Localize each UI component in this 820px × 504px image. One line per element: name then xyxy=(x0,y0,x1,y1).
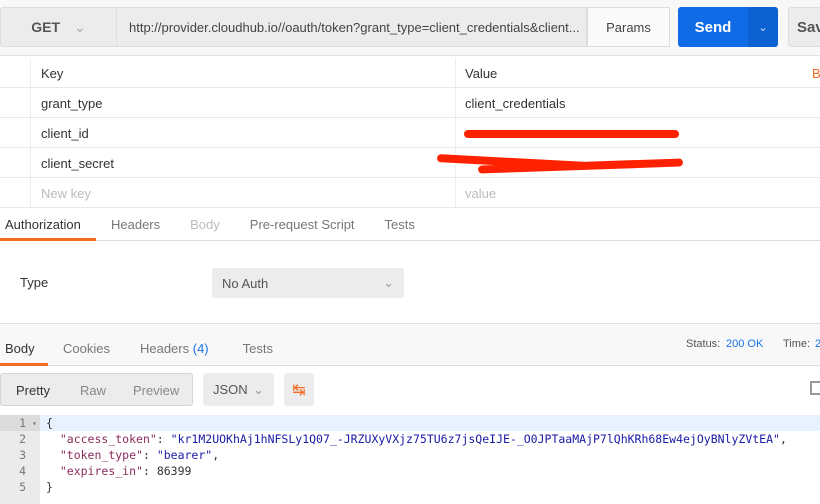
line-number: 3 xyxy=(19,448,26,462)
save-button[interactable]: Sav xyxy=(788,7,820,47)
code-line: "expires_in": 86399 xyxy=(59,464,192,478)
code-line: "access_token": "kr1M2UOKhAj1hNFSLy1Q07_… xyxy=(59,432,787,446)
code-line: } xyxy=(40,479,820,495)
json-key: "expires_in" xyxy=(59,464,143,478)
wrap-lines-icon[interactable]: ↹ xyxy=(284,373,314,406)
tab-cookies[interactable]: Cookies xyxy=(58,331,115,365)
auth-type-select[interactable]: No Auth ⌄ xyxy=(212,268,404,298)
format-value: JSON xyxy=(213,382,248,397)
time-value: 2 xyxy=(815,338,820,350)
headers-label: Headers xyxy=(139,340,190,356)
pretty-button[interactable]: Pretty xyxy=(16,383,50,398)
params-header-row: Key Value B xyxy=(0,58,820,88)
line-number: 4 xyxy=(19,464,26,478)
tab-response-body[interactable]: Body xyxy=(0,331,48,366)
json-key: "token_type" xyxy=(59,448,143,462)
tab-response-headers[interactable]: Headers (4) xyxy=(135,331,214,365)
fold-arrow-icon[interactable]: ▾ xyxy=(32,419,37,428)
json-string: "kr1M2UOKhAj1hNFSLy1Q07_-JRZUXyVXjz75TU6… xyxy=(170,432,780,446)
send-dropdown-chevron-icon[interactable]: ⌄ xyxy=(748,7,778,47)
brace: { xyxy=(46,416,53,430)
method-select[interactable]: GET ⌄ xyxy=(0,7,117,47)
param-row-new: New key value xyxy=(0,178,820,208)
line-gutter: 1 2 3 4 5 xyxy=(0,415,40,504)
value-header: Value xyxy=(465,65,498,81)
chevron-down-icon: ⌄ xyxy=(383,275,394,290)
key-header: Key xyxy=(30,58,456,88)
tab-response-tests[interactable]: Tests xyxy=(238,331,278,365)
params-button[interactable]: Params xyxy=(587,7,670,47)
tab-body[interactable]: Body xyxy=(185,209,225,240)
code-line: "token_type": "bearer", xyxy=(59,448,220,462)
param-key[interactable]: client_id xyxy=(30,118,456,148)
url-input[interactable]: http://provider.cloudhub.io//oauth/token… xyxy=(117,7,587,47)
auth-type-value: No Auth xyxy=(222,275,269,291)
param-row: grant_type client_credentials xyxy=(0,88,820,118)
redaction-mark xyxy=(464,130,679,138)
chevron-down-icon: ⌄ xyxy=(74,18,86,35)
param-row: client_id xyxy=(0,118,820,148)
code-line: { xyxy=(40,415,820,431)
send-button[interactable]: Send xyxy=(678,7,748,47)
bulk-edit-link[interactable]: B xyxy=(812,66,820,81)
json-key: "access_token" xyxy=(59,432,157,446)
time-label: Time: xyxy=(783,338,811,350)
auth-type-label: Type xyxy=(20,275,49,290)
raw-button[interactable]: Raw xyxy=(80,383,106,398)
tab-headers[interactable]: Headers xyxy=(106,209,165,240)
request-tabs: Authorization Headers Body Pre-request S… xyxy=(0,209,820,241)
method-value: GET xyxy=(31,19,61,35)
tab-authorization[interactable]: Authorization xyxy=(0,209,96,241)
copy-icon[interactable] xyxy=(810,381,820,395)
param-key[interactable]: client_secret xyxy=(30,148,456,178)
json-string: "bearer" xyxy=(156,448,213,462)
param-value[interactable]: client_credentials xyxy=(456,88,820,118)
json-number: 86399 xyxy=(156,464,192,478)
param-key[interactable]: grant_type xyxy=(30,88,456,118)
code-lines: { "access_token": "kr1M2UOKhAj1hNFSLy1Q0… xyxy=(40,415,820,495)
preview-button[interactable]: Preview xyxy=(133,383,179,398)
tab-pre-request-script[interactable]: Pre-request Script xyxy=(245,209,360,240)
response-body-editor[interactable]: 1 2 3 4 5 ▾ { "access_token": "kr1M2UOKh… xyxy=(0,415,820,504)
new-key-input[interactable]: New key xyxy=(30,178,456,208)
status-label: Status: xyxy=(686,338,721,350)
line-number: 5 xyxy=(19,480,26,494)
headers-count: (4) xyxy=(192,340,209,356)
new-value-input[interactable]: value xyxy=(456,178,820,208)
brace: } xyxy=(46,480,53,494)
status-value: 200 OK xyxy=(726,338,764,350)
param-row: client_secret xyxy=(0,148,820,178)
format-select[interactable]: JSON ⌄ xyxy=(203,373,274,406)
line-number: 2 xyxy=(19,432,26,446)
tab-tests[interactable]: Tests xyxy=(380,209,420,240)
chevron-down-icon: ⌄ xyxy=(253,381,264,397)
